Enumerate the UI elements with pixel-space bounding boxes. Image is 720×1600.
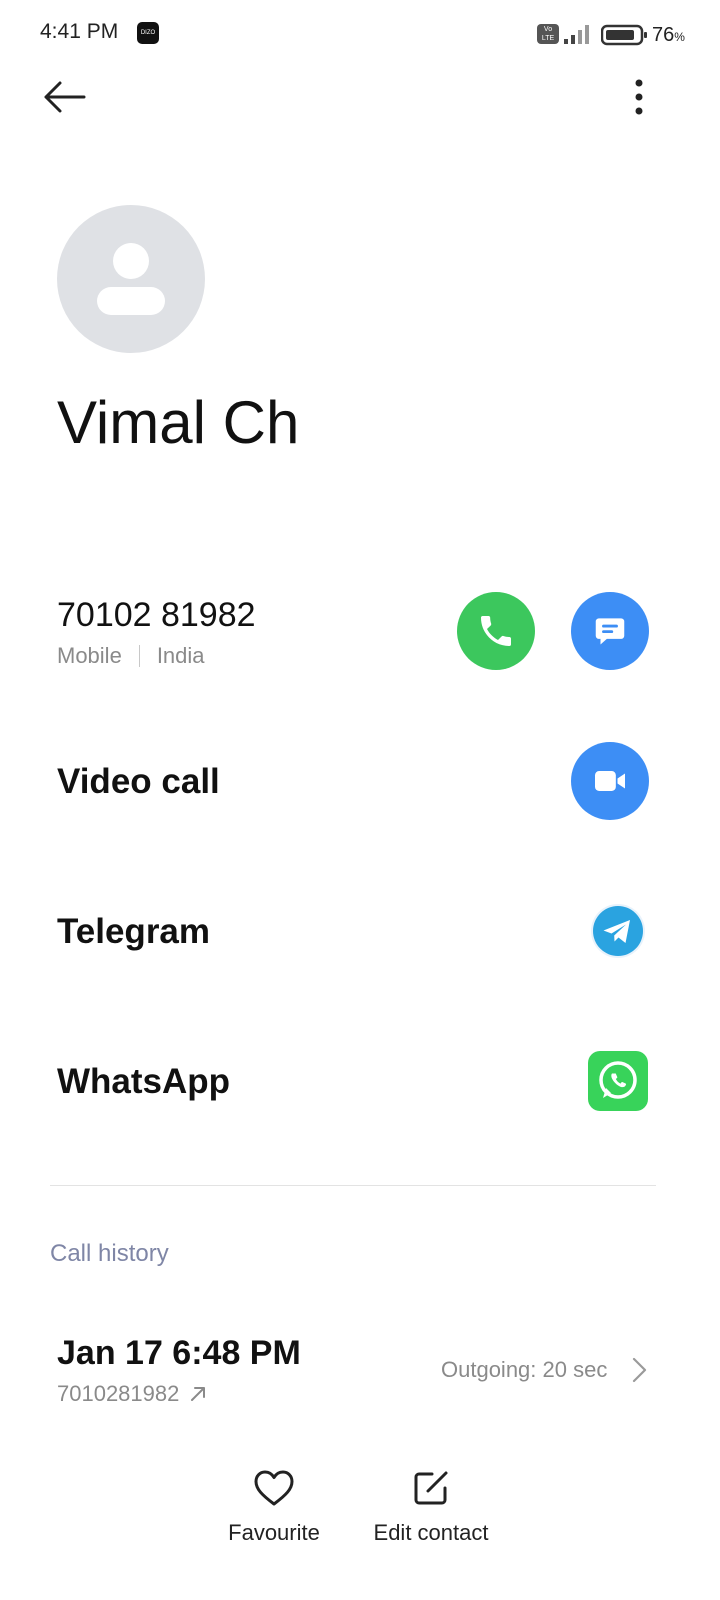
chevron-right-icon[interactable] <box>630 1356 650 1389</box>
call-history-datetime[interactable]: Jan 17 6:48 PM <box>57 1334 301 1373</box>
call-button[interactable] <box>457 592 535 670</box>
whatsapp-label[interactable]: WhatsApp <box>57 1062 230 1102</box>
status-time: 4:41 PM <box>40 20 119 43</box>
edit-contact-label: Edit contact <box>373 1520 489 1545</box>
whatsapp-icon <box>599 1061 637 1099</box>
volte-icon: Vo LTE <box>537 24 559 44</box>
more-vert-icon <box>635 79 643 115</box>
edit-icon <box>414 1471 448 1505</box>
edit-contact-button[interactable]: Edit contact <box>356 1468 506 1546</box>
avatar <box>57 205 205 353</box>
telegram-label[interactable]: Telegram <box>57 912 210 952</box>
whatsapp-button[interactable] <box>588 1051 648 1111</box>
favourite-label: Favourite <box>228 1520 320 1545</box>
phone-icon <box>481 616 511 646</box>
phone-details: Mobile India <box>57 643 205 669</box>
video-call-button[interactable] <box>571 742 649 820</box>
section-divider <box>50 1185 656 1186</box>
video-call-label[interactable]: Video call <box>57 762 220 802</box>
phone-type: Mobile <box>57 643 122 668</box>
video-icon <box>595 771 625 791</box>
contact-name: Vimal Ch <box>57 389 300 456</box>
message-button[interactable] <box>571 592 649 670</box>
telegram-icon <box>591 904 645 958</box>
signal-icon <box>563 24 593 49</box>
call-history-status: Outgoing: 20 sec <box>441 1357 608 1382</box>
telegram-button[interactable] <box>590 903 646 959</box>
battery-icon <box>600 24 649 51</box>
call-history-number: 7010281982 <box>57 1381 209 1407</box>
outgoing-arrow-icon <box>191 1387 206 1401</box>
divider <box>138 645 140 667</box>
heart-icon <box>254 1470 294 1506</box>
phone-number[interactable]: 70102 81982 <box>57 596 256 635</box>
phone-region: India <box>156 643 205 668</box>
more-options-button[interactable] <box>620 75 660 119</box>
favourite-button[interactable]: Favourite <box>218 1468 330 1546</box>
back-button[interactable] <box>40 75 96 119</box>
battery-percentage: 76% <box>652 24 685 46</box>
message-icon <box>595 618 625 645</box>
call-history-title: Call history <box>50 1240 169 1267</box>
back-arrow-icon <box>44 81 86 113</box>
app-badge-icon: DIZO <box>137 22 159 44</box>
